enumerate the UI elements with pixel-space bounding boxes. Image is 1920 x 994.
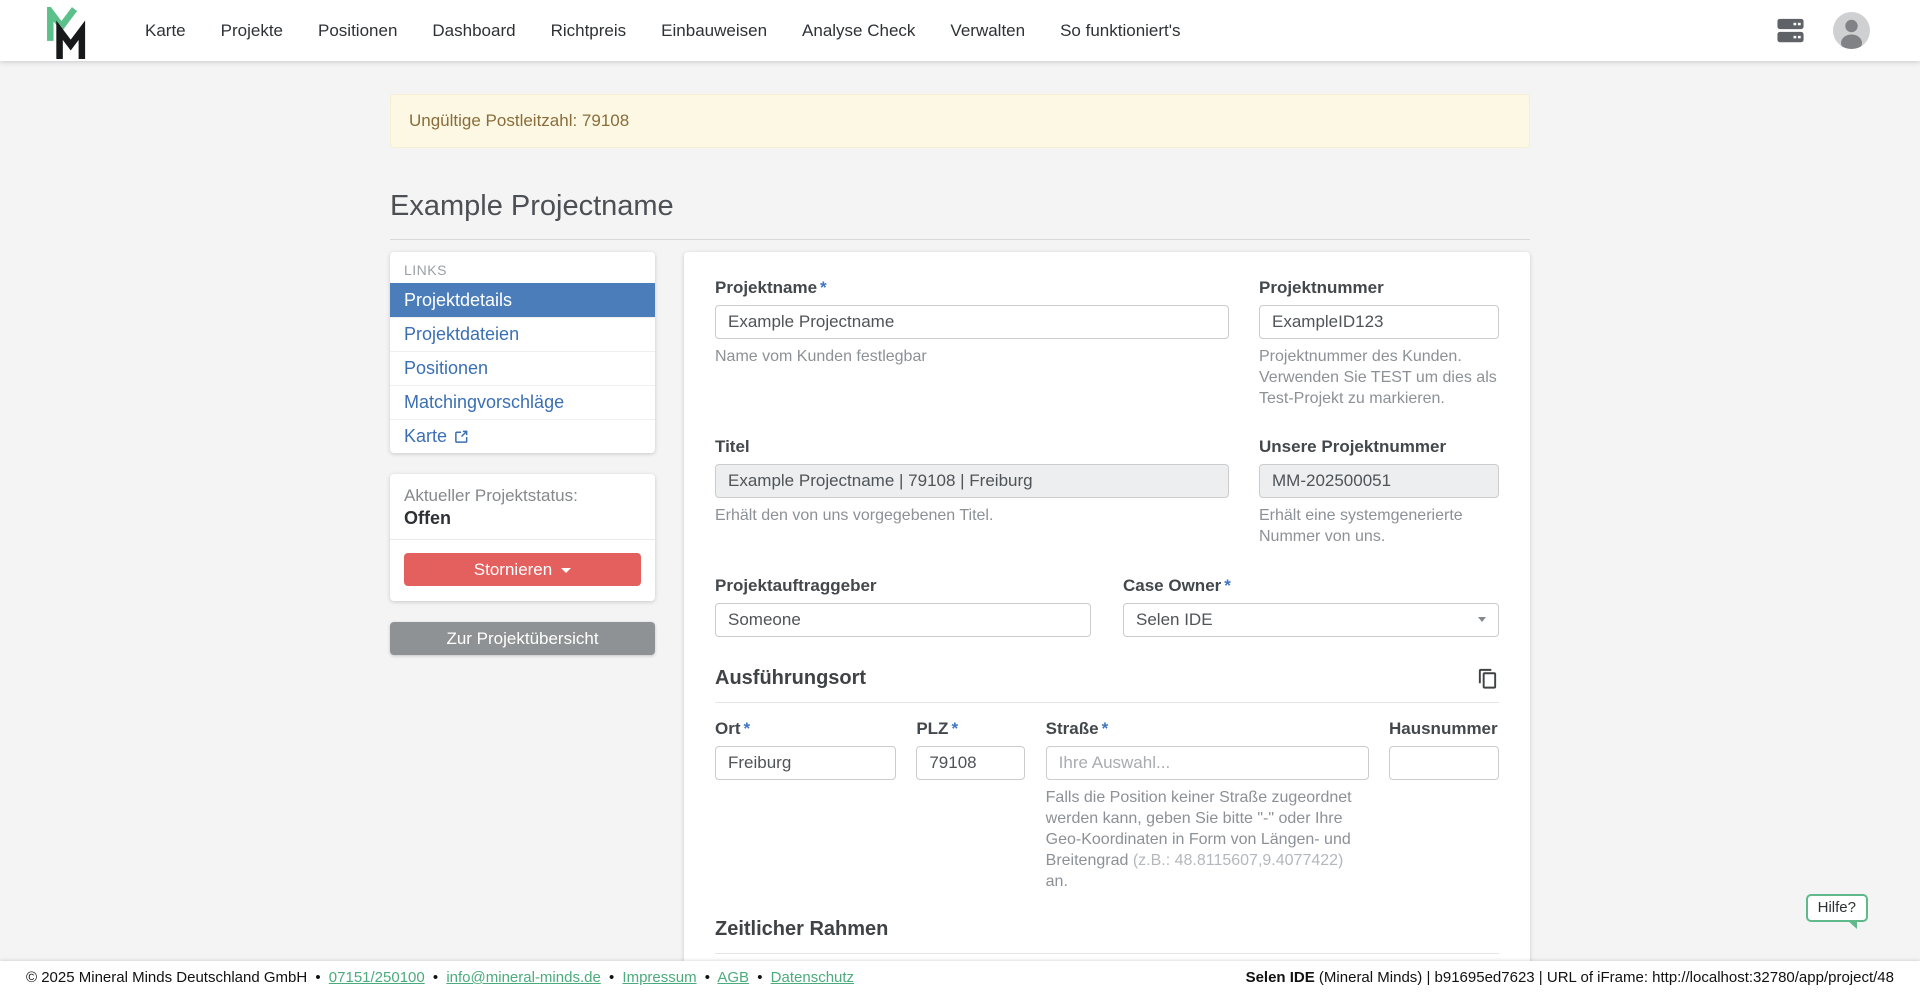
ausfuehrungsort-section-title: Ausführungsort [715,667,866,690]
plz-input[interactable] [916,746,1025,780]
strasse-input[interactable] [1046,746,1369,780]
titel-label: Titel [715,437,1229,457]
nav-item-projekte[interactable]: Projekte [221,21,283,41]
nav-item-einbauweisen[interactable]: Einbauweisen [661,21,767,41]
avatar [1833,12,1870,49]
unsere-projektnummer-label: Unsere Projektnummer [1259,437,1499,457]
page-title: Example Projectname [390,190,1530,240]
plz-label: PLZ* [916,719,1025,739]
unsere-projektnummer-help: Erhält eine systemgenerierte Nummer von … [1259,505,1499,547]
required-marker: * [1102,719,1109,738]
user-avatar-icon[interactable] [1833,12,1870,49]
ort-input[interactable] [715,746,896,780]
required-marker: * [744,719,751,738]
hausnummer-label: Hausnummer [1389,719,1499,739]
status-card: Aktueller Projektstatus: Offen Storniere… [390,474,655,601]
hausnummer-input[interactable] [1389,746,1499,780]
footer-link-email[interactable]: info@mineral-minds.de [446,969,600,986]
status-value: Offen [404,508,641,539]
chevron-down-icon [1478,617,1486,622]
stornieren-button[interactable]: Stornieren [404,553,641,586]
links-card-header: LINKS [390,252,655,283]
zur-projektuebersicht-button[interactable]: Zur Projektübersicht [390,622,655,655]
section-divider [715,702,1499,703]
stornieren-button-label: Stornieren [474,560,552,580]
warning-alert: Ungültige Postleitzahl: 79108 [390,94,1530,148]
ort-label: Ort* [715,719,896,739]
footer-link-impressum[interactable]: Impressum [622,969,696,986]
case-owner-select[interactable]: Selen IDE [1123,603,1499,637]
nav-item-verwalten[interactable]: Verwalten [950,21,1025,41]
project-section-nav: Projektdetails Projektdateien Positionen… [390,283,655,453]
status-divider [390,539,655,540]
nav-item-karte[interactable]: Karte [145,21,186,41]
projektauftraggeber-label: Projektauftraggeber [715,576,1091,596]
nav-item-so-funktionierts[interactable]: So funktioniert's [1060,21,1180,41]
footer: © 2025 Mineral Minds Deutschland GmbH • … [0,961,1920,994]
titel-input [715,464,1229,498]
sidebar-item-projektdetails[interactable]: Projektdetails [390,283,655,317]
section-divider [715,953,1499,954]
hilfe-button[interactable]: Hilfe? [1806,894,1868,922]
projektauftraggeber-input[interactable] [715,603,1091,637]
nav-item-analyse-check[interactable]: Analyse Check [802,21,915,41]
required-marker: * [1224,576,1231,595]
projektnummer-label: Projektnummer [1259,278,1499,298]
unsere-projektnummer-input [1259,464,1499,498]
projektname-help: Name vom Kunden festlegbar [715,346,1229,367]
strasse-help: Falls die Position keiner Straße zugeord… [1046,787,1369,893]
projektnummer-help: Projektnummer des Kunden. Verwenden Sie … [1259,346,1499,409]
footer-link-phone[interactable]: 07151/250100 [329,969,425,986]
footer-environment-info: Selen IDE (Mineral Minds) | b91695ed7623… [1246,969,1894,986]
server-icon[interactable] [1774,14,1807,47]
footer-link-agb[interactable]: AGB [717,969,749,986]
required-marker: * [820,278,827,297]
links-card: LINKS Projektdetails Projektdateien Posi… [390,252,655,453]
titel-help: Erhält den von uns vorgegebenen Titel. [715,505,1229,526]
project-details-form: Projektname* Name vom Kunden festlegbar … [684,252,1530,961]
sidebar-item-karte[interactable]: Karte [390,419,655,453]
required-marker: * [951,719,958,738]
mineral-minds-logo[interactable] [45,7,89,59]
copy-icon[interactable] [1476,667,1499,690]
zeitlicher-rahmen-section-title: Zeitlicher Rahmen [715,918,888,941]
projektname-input[interactable] [715,305,1229,339]
sidebar-item-matchingvorschlaege[interactable]: Matchingvorschläge [390,385,655,419]
nav-item-richtpreis[interactable]: Richtpreis [551,21,627,41]
footer-link-datenschutz[interactable]: Datenschutz [771,969,854,986]
sidebar-item-karte-label: Karte [404,426,447,447]
external-link-icon [454,429,469,444]
footer-left: © 2025 Mineral Minds Deutschland GmbH • … [26,969,854,986]
case-owner-selected-value: Selen IDE [1136,610,1213,630]
nav-item-dashboard[interactable]: Dashboard [432,21,515,41]
status-label: Aktueller Projektstatus: [404,486,641,506]
sidebar-item-positionen[interactable]: Positionen [390,351,655,385]
case-owner-label: Case Owner* [1123,576,1499,596]
nav-item-positionen[interactable]: Positionen [318,21,397,41]
projektnummer-input[interactable] [1259,305,1499,339]
footer-copyright: © 2025 Mineral Minds Deutschland GmbH [26,969,307,986]
strasse-label: Straße* [1046,719,1369,739]
warning-alert-text: Ungültige Postleitzahl: 79108 [409,111,629,130]
main-menu: Karte Projekte Positionen Dashboard Rich… [145,21,1181,41]
projektname-label: Projektname* [715,278,1229,298]
top-navigation: Karte Projekte Positionen Dashboard Rich… [0,0,1920,61]
sidebar-item-projektdateien[interactable]: Projektdateien [390,317,655,351]
main-content: Ungültige Postleitzahl: 79108 Example Pr… [0,61,1920,961]
chevron-down-icon [561,568,571,573]
